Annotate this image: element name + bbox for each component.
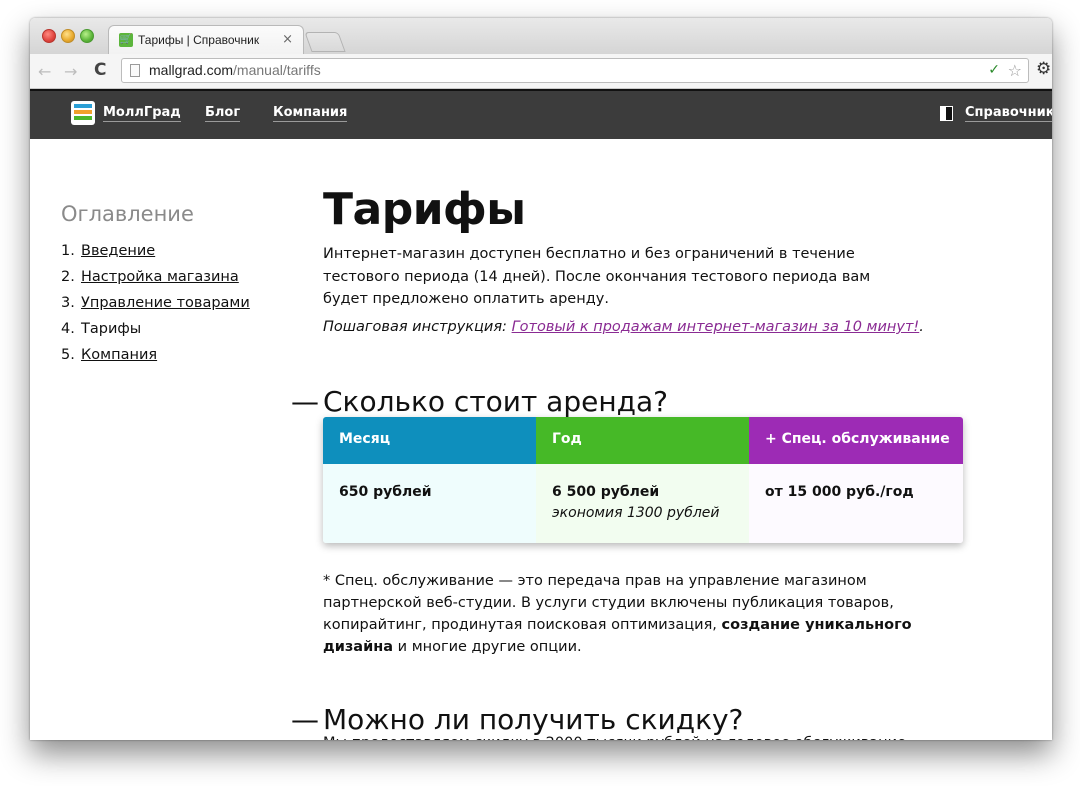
price-header-month: Месяц [323,417,536,464]
toc-item-intro: 1. Введение [61,243,156,259]
toc-link-products[interactable]: Управление товарами [81,295,250,311]
toc-link-intro[interactable]: Введение [81,243,155,259]
price-column-year: Год 6 500 рублей экономия 1300 рублей [536,417,749,543]
browser-window: 🛒 Тарифы | Справочник × ← → C mallgrad.c… [30,18,1052,740]
section-heading-rent: — Сколько стоит аренда? [291,385,669,418]
reload-icon[interactable]: C [94,60,106,80]
savings-note: экономия 1300 рублей [552,505,720,521]
footnote: * Спец. обслуживание — это передача прав… [323,573,912,655]
tab-title: Тарифы | Справочник [138,33,260,47]
price-cell-special: от 15 000 руб./год [749,464,963,543]
toc-item-tariffs: 4. Тарифы [61,321,142,337]
page-content: Оглавление 1. Введение 2. Настройка магази… [30,139,1052,740]
nav-blog[interactable]: Блог [205,105,241,122]
howto-link[interactable]: Готовый к продажам интернет-магазин за 1… [512,319,920,335]
nav-manual[interactable]: Справочник [965,105,1052,122]
howto-paragraph: Пошаговая инструкция: Готовый к продажам… [323,319,924,335]
price-cell-year: 6 500 рублей экономия 1300 рублей [536,464,749,543]
gear-icon[interactable]: ⚙ [1036,59,1051,79]
toc-link-company[interactable]: Компания [81,347,157,363]
extension-icon[interactable]: ✓ [988,62,1000,78]
tab-strip: 🛒 Тарифы | Справочник × [30,18,1052,54]
price-cell-month: 650 рублей [323,464,536,543]
toc-item-store-setup: 2. Настройка магазина [61,269,239,285]
toc-title: Оглавление [61,202,194,226]
price-header-year: Год [536,417,749,464]
nav-company[interactable]: Компания [273,105,348,122]
toc-list: 1. Введение 2. Настройка магазина 3. Управл… [61,243,250,373]
browser-toolbar: ← → C mallgrad.com/manual/tariffs ✓ ☆ [30,54,1052,89]
toc-link-store-setup[interactable]: Настройка магазина [81,269,239,285]
price-column-month: Месяц 650 рублей [323,417,536,543]
price-header-special: + Спец. обслуживание [749,417,963,464]
address-bar[interactable]: mallgrad.com/manual/tariffs ✓ ☆ [121,58,1029,83]
toc-item-products: 3. Управление товарами [61,295,250,311]
howto-label: Пошаговая инструкция: [323,319,507,335]
cart-icon: 🛒 [119,33,133,47]
url-text[interactable]: mallgrad.com/manual/tariffs [149,62,321,78]
tab-tariffs[interactable]: 🛒 Тарифы | Справочник × [108,25,304,54]
price-table: Месяц 650 рублей Год 6 500 рублей эконом… [323,417,963,543]
price-column-special: + Спец. обслуживание от 15 000 руб./год [749,417,963,543]
new-tab-button[interactable] [304,32,346,52]
forward-arrow-icon[interactable]: → [64,62,77,81]
page-icon [130,64,140,77]
close-window-button[interactable] [42,29,56,43]
zoom-window-button[interactable] [80,29,94,43]
nav-brand[interactable]: МоллГрад [103,105,181,122]
back-arrow-icon[interactable]: ← [38,62,51,81]
logo-icon[interactable] [71,101,95,125]
star-icon[interactable]: ☆ [1008,61,1022,80]
minimize-window-button[interactable] [61,29,75,43]
book-icon [940,106,953,121]
toc-item-company: 5. Компания [61,347,158,363]
close-tab-icon[interactable]: × [282,32,293,47]
toc-current-tariffs: Тарифы [81,321,142,337]
page-title: Тарифы [323,184,526,235]
site-header: МоллГрад Блог Компания Справочник [30,89,1052,139]
discount-paragraph: Мы предоставляем скидку в 2000 тысячи ру… [323,732,963,740]
intro-paragraph: Интернет-магазин доступен бесплатно и бе… [323,246,871,307]
